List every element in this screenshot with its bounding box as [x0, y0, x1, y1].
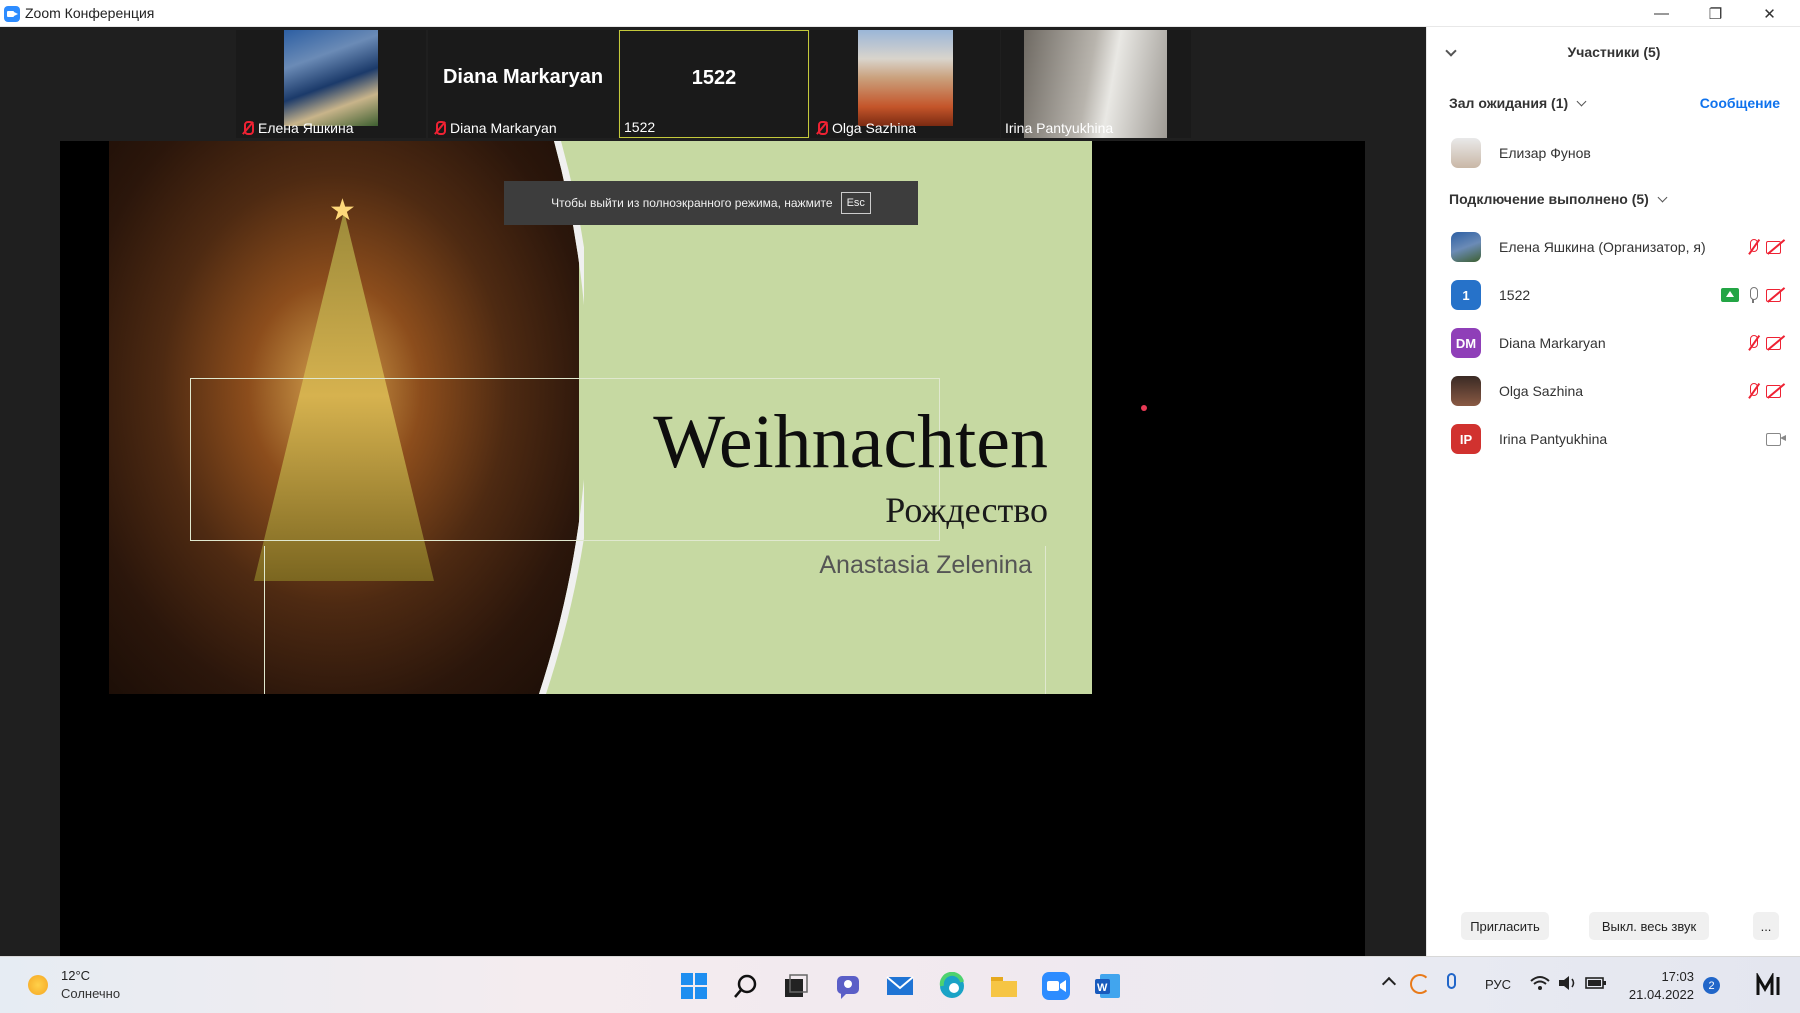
slide-subtitle: Рождество	[885, 490, 1048, 530]
battery-icon[interactable]	[1585, 976, 1607, 995]
mic-icon[interactable]	[1743, 285, 1765, 305]
svg-text:W: W	[1097, 982, 1108, 994]
mic-off-icon[interactable]	[1743, 381, 1765, 401]
connected-label: Подключение выполнено (5)	[1449, 191, 1649, 207]
shared-screen: ★ Weihnachten Рождество Anastasia Zeleni…	[60, 141, 1365, 956]
camera-off-icon[interactable]	[1765, 381, 1787, 401]
esc-key-label: Esc	[840, 192, 871, 214]
participant-row[interactable]: 1 1522	[1451, 278, 1787, 312]
search-icon[interactable]	[731, 971, 761, 1001]
taskbar-date[interactable]: 21.04.2022	[1614, 987, 1694, 1002]
participant-row[interactable]: DM Diana Markaryan	[1451, 326, 1787, 360]
camera-icon[interactable]	[1765, 429, 1787, 449]
avatar	[1451, 376, 1481, 406]
word-icon[interactable]: W	[1093, 971, 1123, 1001]
window-title: Zoom Конференция	[25, 5, 155, 21]
avatar: DM	[1451, 328, 1481, 358]
participant-row[interactable]: Olga Sazhina	[1451, 374, 1787, 408]
wifi-icon[interactable]	[1530, 975, 1550, 996]
sun-icon[interactable]	[28, 975, 48, 995]
waiting-participant-row[interactable]: Елизар Фунов	[1451, 136, 1781, 170]
waiting-room-label: Зал ожидания (1)	[1449, 95, 1569, 111]
screen-share-icon	[1721, 288, 1739, 302]
chat-icon[interactable]	[833, 971, 863, 1001]
chevron-up-icon[interactable]	[1381, 976, 1397, 992]
invite-button[interactable]: Пригласить	[1461, 912, 1549, 940]
weather-condition[interactable]: Солнечно	[61, 986, 120, 1001]
participant-row[interactable]: IP Irina Pantyukhina	[1451, 422, 1787, 456]
mic-off-icon[interactable]	[1743, 237, 1765, 257]
waiting-room-section[interactable]: Зал ожидания (1)	[1449, 95, 1587, 111]
avatar	[1451, 232, 1481, 262]
video-tile[interactable]: Irina Pantyukhina	[1001, 30, 1191, 138]
laser-pointer-dot	[1141, 405, 1147, 411]
fullscreen-notice: Чтобы выйти из полноэкранного режима, на…	[504, 181, 918, 225]
language-indicator[interactable]: РУС	[1485, 977, 1511, 992]
star-icon: ★	[329, 194, 356, 227]
camera-off-icon[interactable]	[1765, 237, 1787, 257]
chevron-down-icon	[1576, 96, 1587, 106]
chevron-down-icon	[1657, 192, 1668, 202]
notification-badge[interactable]: 2	[1703, 977, 1720, 994]
participant-name: Irina Pantyukhina	[1499, 431, 1608, 447]
avatar: IP	[1451, 424, 1481, 454]
sync-icon[interactable]	[1410, 974, 1430, 994]
copilot-icon[interactable]	[1756, 971, 1784, 1002]
connected-section[interactable]: Подключение выполнено (5)	[1449, 191, 1668, 207]
more-button[interactable]: ...	[1753, 912, 1779, 940]
mail-icon[interactable]	[885, 971, 915, 1001]
participants-panel: Участники (5) Зал ожидания (1) Сообщение…	[1426, 27, 1800, 956]
microphone-icon[interactable]	[1447, 973, 1456, 989]
meeting-stage: Елена Яшкина Diana Markaryan Diana Marka…	[0, 27, 1426, 956]
participant-name: Елизар Фунов	[1499, 145, 1591, 161]
taskbar: 12°C Солнечно W РУС 17:03 21.04.2022 2	[0, 956, 1800, 1013]
zoom-icon[interactable]	[1041, 971, 1071, 1001]
zoom-app-icon	[4, 6, 20, 22]
slide-author: Anastasia Zelenina	[819, 551, 1032, 579]
participant-video	[284, 30, 378, 126]
participant-video	[858, 30, 953, 126]
tile-center-name: 1522	[691, 67, 737, 89]
tile-name: Елена Яшкина	[258, 120, 354, 136]
message-link[interactable]: Сообщение	[1700, 95, 1780, 111]
edge-icon[interactable]	[937, 971, 967, 1001]
task-view-icon[interactable]	[781, 971, 811, 1001]
restore-button[interactable]: ❐	[1688, 0, 1743, 27]
avatar	[1451, 138, 1481, 168]
mic-off-icon	[432, 120, 446, 136]
video-tile[interactable]: Елена Яшкина	[236, 30, 426, 138]
close-button[interactable]: ✕	[1742, 0, 1797, 27]
avatar: 1	[1451, 280, 1481, 310]
video-tile-active[interactable]: 1522 1522	[619, 30, 809, 138]
taskbar-time[interactable]: 17:03	[1624, 969, 1694, 984]
mute-all-button[interactable]: Выкл. весь звук	[1589, 912, 1709, 940]
tile-name: 1522	[624, 119, 656, 135]
video-tile[interactable]: Olga Sazhina	[810, 30, 1000, 138]
panel-title: Участники (5)	[1567, 44, 1661, 60]
windows-start-icon[interactable]	[679, 971, 709, 1001]
tile-center-name: Diana Markaryan	[442, 66, 604, 88]
participant-name: Diana Markaryan	[1499, 335, 1606, 351]
mic-off-icon	[240, 120, 254, 136]
participant-name: Olga Sazhina	[1499, 383, 1584, 399]
tile-name: Diana Markaryan	[450, 120, 557, 136]
tile-name: Irina Pantyukhina	[1005, 120, 1114, 136]
mic-off-icon	[814, 120, 828, 136]
fullscreen-notice-text: Чтобы выйти из полноэкранного режима, на…	[551, 196, 833, 210]
mic-off-icon[interactable]	[1743, 333, 1765, 353]
participant-name: 1522	[1499, 287, 1531, 303]
window-titlebar: Zoom Конференция — ❐ ✕	[0, 0, 1800, 27]
file-explorer-icon[interactable]	[989, 971, 1019, 1001]
volume-icon[interactable]	[1558, 975, 1578, 996]
camera-off-icon[interactable]	[1765, 285, 1787, 305]
minimize-button[interactable]: —	[1634, 0, 1689, 27]
slide-title: Weihnachten	[653, 400, 1048, 484]
camera-off-icon[interactable]	[1765, 333, 1787, 353]
weather-temp[interactable]: 12°C	[61, 968, 90, 983]
participant-name: Елена Яшкина (Организатор, я)	[1499, 239, 1706, 255]
video-tile[interactable]: Diana Markaryan Diana Markaryan	[428, 30, 618, 138]
video-strip: Елена Яшкина Diana Markaryan Diana Marka…	[236, 30, 1191, 138]
participant-row[interactable]: Елена Яшкина (Организатор, я)	[1451, 230, 1787, 264]
tile-name: Olga Sazhina	[832, 120, 917, 136]
